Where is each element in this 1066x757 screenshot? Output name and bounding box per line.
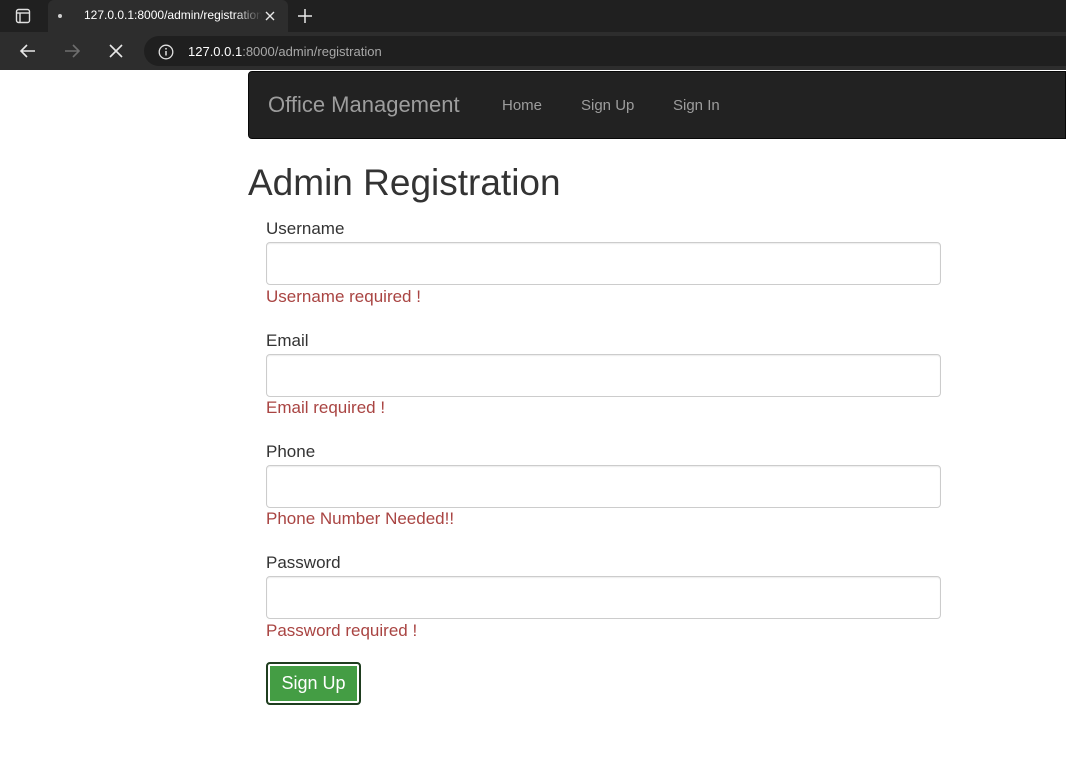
url-host: 127.0.0.1 (188, 44, 243, 59)
forward-arrow-icon[interactable] (61, 40, 83, 62)
info-icon[interactable] (158, 44, 174, 60)
password-input[interactable] (266, 576, 941, 619)
nav-link-sign-in[interactable]: Sign In (673, 97, 720, 114)
browser-toolbar: 127.0.0.1:8000/admin/registration (0, 32, 1066, 70)
close-icon[interactable] (262, 8, 278, 24)
phone-input[interactable] (266, 465, 941, 508)
phone-label: Phone (266, 442, 316, 461)
password-error: Password required ! (266, 621, 418, 640)
username-error: Username required ! (266, 287, 421, 306)
password-label: Password (266, 553, 341, 572)
tab-title: 127.0.0.1:8000/admin/registration (84, 8, 262, 22)
navbar-brand[interactable]: Office Management (268, 92, 460, 118)
username-input[interactable] (266, 242, 941, 285)
browser-tab-strip: 127.0.0.1:8000/admin/registration (0, 0, 1066, 32)
email-input[interactable] (266, 354, 941, 397)
username-label: Username (266, 219, 345, 238)
phone-error: Phone Number Needed!! (266, 509, 455, 528)
url-path: :8000/admin/registration (242, 44, 382, 59)
site-navbar: Office Management Home Sign Up Sign In (248, 71, 1066, 139)
email-error: Email required ! (266, 398, 386, 417)
stop-loading-icon[interactable] (105, 40, 127, 62)
page-title: Admin Registration (248, 162, 561, 203)
new-tab-icon[interactable] (294, 6, 316, 26)
loading-dot-icon (58, 14, 62, 18)
url-text: 127.0.0.1:8000/admin/registration (188, 44, 382, 59)
address-bar[interactable]: 127.0.0.1:8000/admin/registration (144, 36, 1066, 66)
tab-actions-icon[interactable] (12, 7, 34, 25)
page-viewport: Office Management Home Sign Up Sign In A… (0, 70, 1066, 757)
browser-tab-active[interactable]: 127.0.0.1:8000/admin/registration (48, 0, 288, 32)
email-label: Email (266, 331, 309, 350)
nav-link-home[interactable]: Home (502, 97, 542, 114)
back-arrow-icon[interactable] (17, 40, 39, 62)
nav-link-sign-up[interactable]: Sign Up (581, 97, 634, 114)
sign-up-button[interactable]: Sign Up (266, 662, 361, 705)
